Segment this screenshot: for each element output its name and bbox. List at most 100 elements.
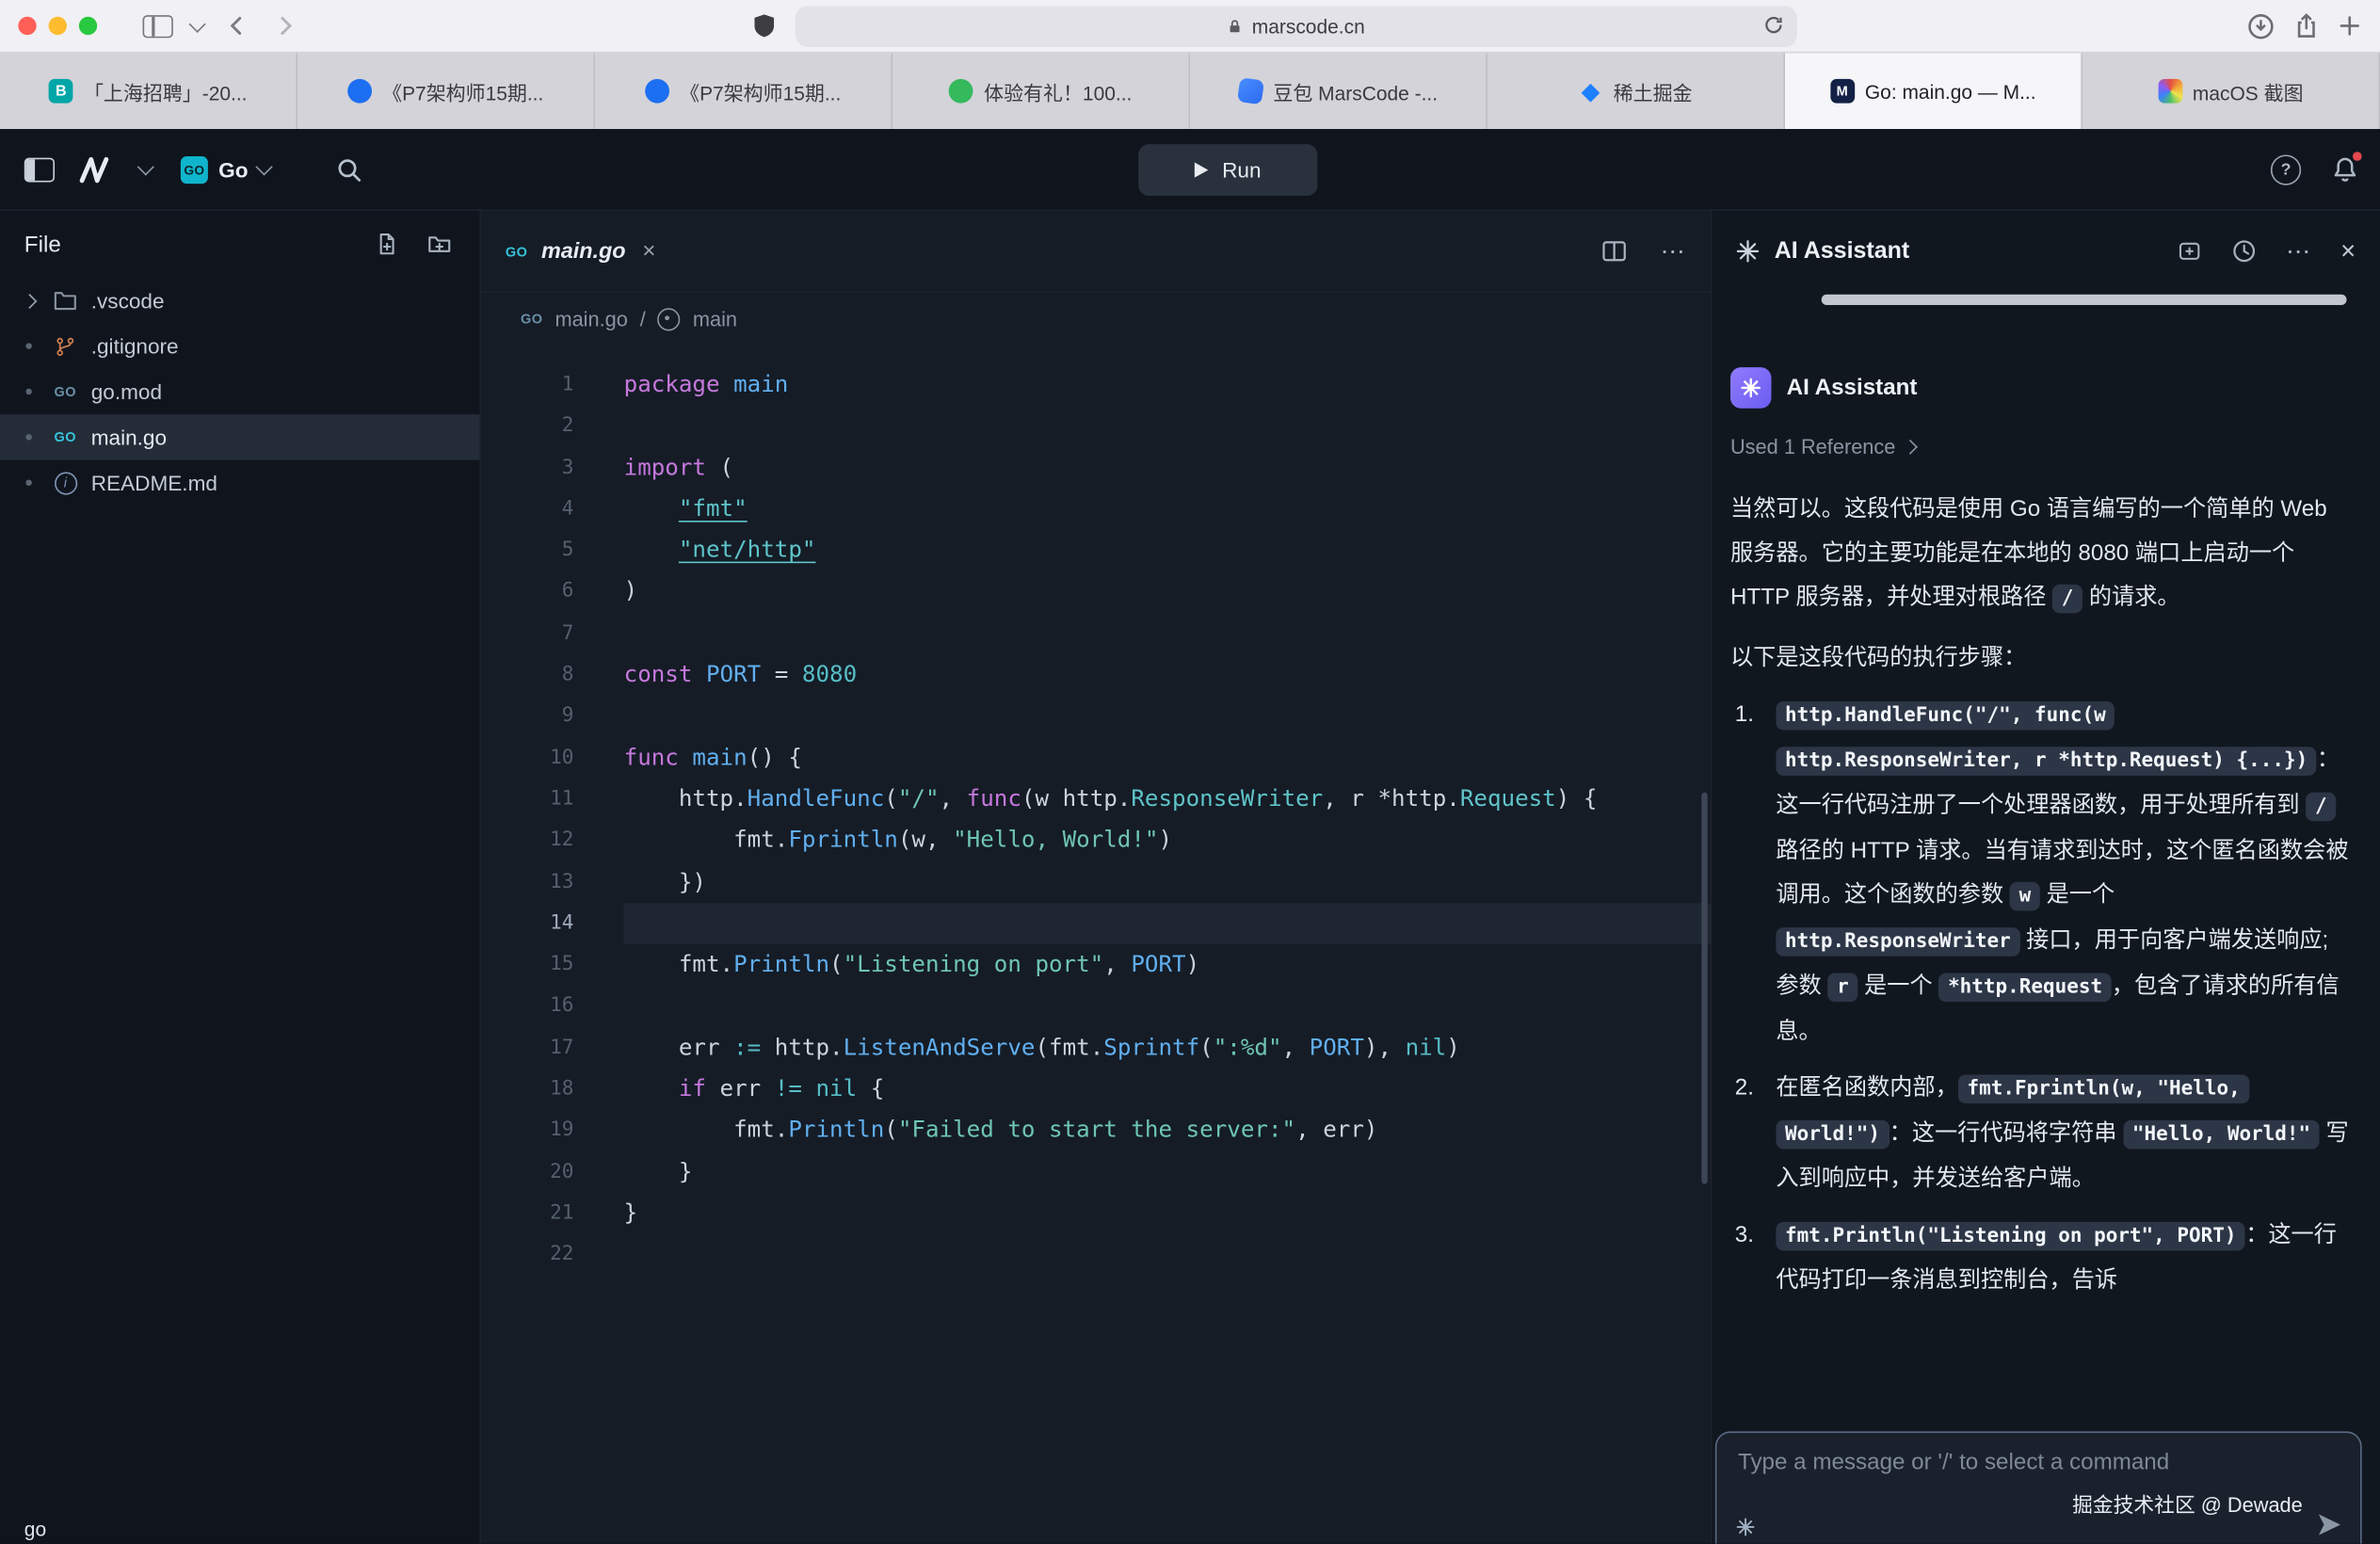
line-number[interactable]: 4 [481, 489, 573, 530]
code-text[interactable]: fmt.Fprintln(w, "Hello, World!") [624, 820, 1711, 861]
code-area[interactable]: 1 package main 23 import ( 4 "fmt" 5 "net/htt… [481, 345, 1711, 1544]
line-number[interactable]: 13 [481, 861, 573, 903]
browser-tab[interactable]: ◆稀土掘金 [1488, 53, 1785, 129]
more-actions-icon[interactable]: ⋯ [1661, 236, 1686, 266]
chevron-down-icon[interactable] [137, 158, 154, 175]
sidebar-toggle-icon[interactable] [143, 14, 173, 37]
file-row-vscode[interactable]: .vscode [0, 278, 479, 323]
new-tab-icon[interactable] [2338, 14, 2362, 39]
breadcrumb-file[interactable]: main.go [555, 307, 627, 330]
inline-code: / [2052, 585, 2082, 614]
line-number[interactable]: 15 [481, 944, 573, 986]
line-number[interactable]: 9 [481, 696, 573, 737]
line-number[interactable]: 6 [481, 571, 573, 613]
code-text[interactable]: "fmt" [624, 489, 1711, 530]
search-icon[interactable] [336, 155, 363, 183]
close-tab-icon[interactable]: × [642, 238, 655, 264]
history-icon[interactable] [2231, 238, 2257, 264]
split-editor-icon[interactable] [1601, 240, 1627, 263]
line-number[interactable]: 16 [481, 986, 573, 1027]
chat-input-box[interactable]: 掘金技术社区 @ Dewade [1715, 1431, 2362, 1543]
file-row-READMEmd[interactable]: iREADME.md [0, 460, 479, 506]
file-row-maingo[interactable]: GOmain.go [0, 414, 479, 459]
line-number[interactable]: 1 [481, 364, 573, 406]
minimize-window-button[interactable] [49, 17, 67, 35]
line-number[interactable]: 18 [481, 1069, 573, 1110]
code-text[interactable]: "net/http" [624, 530, 1711, 571]
marscode-ide: GO Go Run ? File [0, 129, 2380, 1544]
browser-tab[interactable]: 豆包 MarsCode -... [1190, 53, 1488, 129]
code-text[interactable]: ) [624, 571, 1711, 613]
panel-toggle-icon[interactable] [24, 157, 55, 182]
share-icon[interactable] [2293, 12, 2319, 40]
run-button[interactable]: Run [1138, 144, 1317, 196]
code-text[interactable]: fmt.Println("Failed to start the server:… [624, 1110, 1711, 1151]
new-chat-icon[interactable] [2177, 239, 2202, 264]
line-number[interactable]: 22 [481, 1234, 573, 1276]
browser-tab[interactable]: 体验有礼！100... [892, 53, 1190, 129]
line-number[interactable]: 19 [481, 1110, 573, 1151]
editor-tab-maingo[interactable]: GO main.go × [506, 238, 656, 264]
new-folder-icon[interactable] [426, 233, 452, 257]
line-number[interactable]: 12 [481, 820, 573, 861]
code-text[interactable]: } [624, 1193, 1711, 1234]
line-number[interactable]: 7 [481, 613, 573, 654]
forward-button[interactable] [270, 10, 300, 40]
reload-icon[interactable] [1761, 13, 1784, 36]
code-text[interactable]: import ( [624, 447, 1711, 489]
code-text[interactable]: } [624, 1151, 1711, 1193]
downloads-icon[interactable] [2246, 11, 2275, 40]
code-text[interactable] [624, 903, 1711, 944]
code-text[interactable]: func main() { [624, 737, 1711, 779]
send-icon[interactable] [2316, 1512, 2341, 1537]
line-number[interactable]: 20 [481, 1151, 573, 1193]
code-text[interactable]: if err != nil { [624, 1069, 1711, 1110]
chevron-down-icon[interactable] [188, 15, 205, 32]
code-text[interactable]: err := http.ListenAndServe(fmt.Sprintf("… [624, 1027, 1711, 1069]
line-number[interactable]: 3 [481, 447, 573, 489]
line-number[interactable]: 21 [481, 1193, 573, 1234]
line-number[interactable]: 11 [481, 779, 573, 820]
file-row-gitignore[interactable]: .gitignore [0, 323, 479, 368]
code-token: main [692, 743, 747, 770]
line-number[interactable]: 8 [481, 654, 573, 696]
code-text[interactable]: fmt.Println("Listening on port", PORT) [624, 944, 1711, 986]
code-text[interactable]: const PORT = 8080 [624, 654, 1711, 696]
code-text[interactable]: http.HandleFunc("/", func(w http.Respons… [624, 779, 1711, 820]
address-bar[interactable]: marscode.cn [795, 6, 1796, 47]
code-text[interactable] [624, 696, 1711, 737]
code-text[interactable] [624, 613, 1711, 654]
browser-tab[interactable]: 《P7架构师15期... [595, 53, 892, 129]
help-icon[interactable]: ? [2271, 154, 2301, 185]
browser-tab[interactable]: B「上海招聘」-20... [0, 53, 298, 129]
code-line: 22 [481, 1234, 1711, 1276]
more-actions-icon[interactable]: ⋯ [2286, 236, 2311, 266]
back-button[interactable] [221, 10, 251, 40]
breadcrumb[interactable]: GO main.go / main [481, 293, 1711, 345]
breadcrumb-symbol[interactable]: main [693, 307, 737, 330]
close-window-button[interactable] [18, 17, 36, 35]
browser-tab[interactable]: 《P7架构师15期... [298, 53, 595, 129]
code-text[interactable]: }) [624, 861, 1711, 903]
notifications-bell-icon[interactable] [2331, 154, 2358, 184]
privacy-shield-icon[interactable] [750, 12, 776, 40]
new-file-icon[interactable] [375, 233, 399, 257]
project-language-chip[interactable]: GO Go [181, 155, 271, 183]
line-number[interactable]: 14 [481, 903, 573, 944]
line-number[interactable]: 17 [481, 1027, 573, 1069]
line-number[interactable]: 2 [481, 406, 573, 447]
file-row-gomod[interactable]: GOgo.mod [0, 369, 479, 414]
line-number[interactable]: 10 [481, 737, 573, 779]
browser-tab[interactable]: MGo: main.go — M... [1785, 53, 2082, 129]
code-text[interactable]: package main [624, 364, 1711, 406]
editor-scrollbar[interactable] [1701, 793, 1707, 1184]
code-text[interactable] [624, 1234, 1711, 1276]
code-text[interactable] [624, 406, 1711, 447]
code-text[interactable] [624, 986, 1711, 1027]
panel-scrollbar[interactable] [1822, 295, 2347, 305]
line-number[interactable]: 5 [481, 530, 573, 571]
used-reference-link[interactable]: Used 1 Reference [1730, 425, 2353, 469]
close-panel-icon[interactable]: × [2340, 236, 2356, 266]
zoom-window-button[interactable] [79, 17, 97, 35]
browser-tab[interactable]: macOS 截图 [2082, 53, 2380, 129]
